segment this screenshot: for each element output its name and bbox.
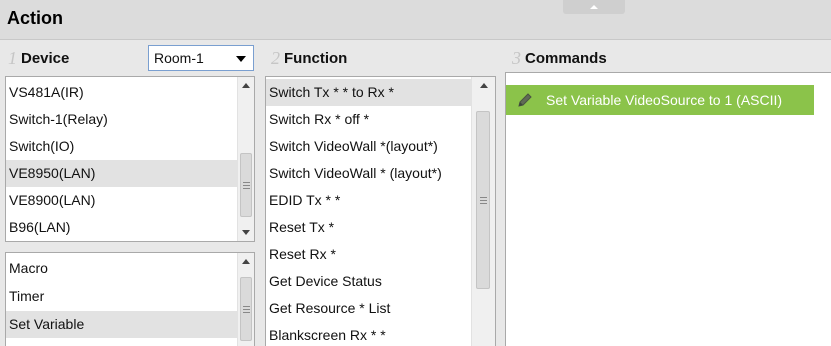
arrow-down-icon <box>242 230 250 235</box>
action-header-bar: Action <box>0 0 831 40</box>
function-item[interactable]: Switch VideoWall *(layout*) <box>266 133 471 160</box>
device-item[interactable]: Switch(IO) <box>6 133 238 160</box>
pencil-icon[interactable] <box>512 91 538 109</box>
room-select-value: Room-1 <box>154 50 204 66</box>
scroll-down-button[interactable] <box>238 224 254 241</box>
function-item[interactable]: Blankscreen Rx * * <box>266 322 471 346</box>
scroll-thumb[interactable] <box>476 111 490 289</box>
device-column-header: 1 Device <box>8 46 69 70</box>
function-item[interactable]: Reset Tx * <box>266 214 471 241</box>
arrow-up-icon <box>242 259 250 264</box>
utility-list[interactable]: Macro Timer Set Variable <box>5 252 255 346</box>
panel-title: Action <box>7 8 63 28</box>
command-item-selected[interactable]: Set Variable VideoSource to 1 (ASCII) <box>506 85 814 115</box>
commands-header-label: Commands <box>525 49 607 67</box>
grip-icon <box>242 181 250 189</box>
commands-list[interactable]: Set Variable VideoSource to 1 (ASCII) <box>505 72 831 346</box>
dropdown-arrow-icon <box>236 56 246 62</box>
device-list[interactable]: VS481A(IR) Switch-1(Relay) Switch(IO) VE… <box>5 76 255 242</box>
device-item[interactable]: VE8900(LAN) <box>6 187 238 214</box>
arrow-up-icon <box>479 83 488 88</box>
grip-icon <box>479 196 487 204</box>
collapse-toggle[interactable] <box>563 0 625 14</box>
step-number-3: 3 <box>512 47 521 68</box>
device-item[interactable]: Switch-1(Relay) <box>6 106 238 133</box>
step-number-1: 1 <box>8 47 17 68</box>
scroll-up-button[interactable] <box>238 77 254 94</box>
function-item[interactable]: Get Resource * List <box>266 295 471 322</box>
utility-item[interactable]: Timer <box>6 283 238 310</box>
room-select[interactable]: Room-1 <box>148 45 254 71</box>
device-item[interactable]: B96(LAN) <box>6 214 238 241</box>
command-label: Set Variable VideoSource to 1 (ASCII) <box>546 92 783 108</box>
function-item[interactable]: Switch Rx * off * <box>266 106 471 133</box>
device-list-scrollbar[interactable] <box>237 77 254 241</box>
commands-column-header: 3 Commands <box>512 46 607 70</box>
function-list[interactable]: Switch Tx * * to Rx * Switch Rx * off * … <box>265 76 496 346</box>
function-item[interactable]: Switch VideoWall * (layout*) <box>266 160 471 187</box>
utility-item-selected[interactable]: Set Variable <box>6 311 238 338</box>
device-header-label: Device <box>21 49 70 67</box>
device-item[interactable]: VS481A(IR) <box>6 79 238 106</box>
function-item[interactable]: EDID Tx * * <box>266 187 471 214</box>
function-column-header: 2 Function <box>271 46 347 70</box>
scroll-up-button[interactable] <box>238 253 254 270</box>
utility-item[interactable]: Macro <box>6 255 238 282</box>
function-item[interactable]: Reset Rx * <box>266 241 471 268</box>
function-item[interactable]: Get Device Status <box>266 268 471 295</box>
function-item-selected[interactable]: Switch Tx * * to Rx * <box>266 79 471 106</box>
grip-icon <box>242 305 250 313</box>
arrow-up-icon <box>242 83 250 88</box>
collapse-up-icon <box>590 5 598 9</box>
utility-list-scrollbar[interactable] <box>237 253 254 346</box>
function-header-label: Function <box>284 49 348 67</box>
scroll-thumb[interactable] <box>240 277 252 341</box>
device-item-selected[interactable]: VE8950(LAN) <box>6 160 238 187</box>
scroll-thumb[interactable] <box>240 153 252 217</box>
function-list-scrollbar[interactable] <box>471 77 495 346</box>
step-number-2: 2 <box>271 47 280 68</box>
scroll-up-button[interactable] <box>472 77 495 94</box>
